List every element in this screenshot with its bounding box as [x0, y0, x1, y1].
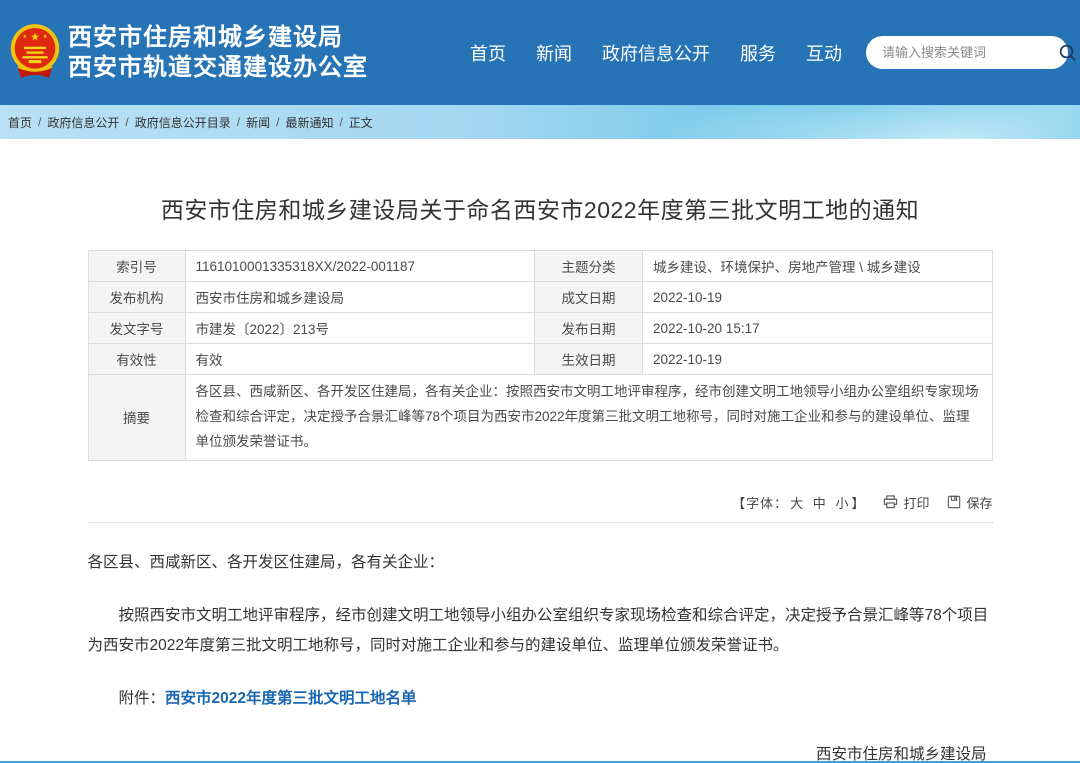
paragraph-main: 按照西安市文明工地评审程序，经市创建文明工地领导小组办公室组织专家现场检查和综合…	[88, 601, 993, 661]
table-row: 有效性 有效 生效日期 2022-10-19	[88, 344, 992, 375]
site-title: 西安市住房和城乡建设局 西安市轨道交通建设办公室	[68, 23, 368, 83]
breadcrumb-separator: /	[237, 115, 240, 129]
breadcrumb-separator: /	[38, 115, 41, 129]
meta-label-index-no: 索引号	[88, 251, 185, 282]
nav-item-interaction[interactable]: 互动	[806, 40, 842, 66]
site-header: ★ ★ ★ 西安市住房和城乡建设局 西安市轨道交通建设办公室 首页 新闻 政府信…	[0, 0, 1080, 105]
site-logo: ★ ★ ★ 西安市住房和城乡建设局 西安市轨道交通建设办公室	[8, 23, 368, 83]
article-toolbar: 【字体：大 中 小】 打印 保存	[88, 493, 993, 512]
font-size-suffix: 】	[851, 496, 865, 511]
svg-text:★: ★	[22, 34, 27, 40]
font-size-control: 【字体：大 中 小】	[732, 493, 865, 512]
nav-item-services[interactable]: 服务	[740, 40, 776, 66]
document-meta-table: 索引号 1161010001335318XX/2022-001187 主题分类 …	[88, 250, 993, 461]
font-size-large-button[interactable]: 大	[790, 496, 804, 511]
breadcrumb-separator: /	[125, 115, 128, 129]
paragraph-salutation: 各区县、西咸新区、各开发区住建局，各有关企业：	[88, 551, 993, 575]
national-emblem-icon: ★ ★ ★	[10, 23, 60, 83]
divider	[88, 522, 993, 523]
search-button[interactable]	[1058, 43, 1077, 62]
meta-label-summary: 摘要	[88, 375, 185, 461]
breadcrumb-gov-info-catalog[interactable]: 政府信息公开目录	[135, 114, 231, 131]
attachment-line: 附件：西安市2022年度第三批文明工地名单	[88, 687, 993, 711]
meta-label-effective-date: 生效日期	[535, 344, 643, 375]
nav-item-news[interactable]: 新闻	[536, 40, 572, 66]
font-size-prefix: 【字体：	[732, 496, 788, 511]
print-label: 打印	[903, 493, 929, 512]
breadcrumb-gov-info[interactable]: 政府信息公开	[47, 114, 119, 131]
printer-icon	[883, 495, 898, 509]
meta-label-doc-no: 发文字号	[88, 313, 185, 344]
search-box	[866, 36, 1068, 69]
meta-value-effective-date: 2022-10-19	[643, 344, 993, 375]
breadcrumb-separator: /	[339, 115, 342, 129]
save-button[interactable]: 保存	[947, 493, 992, 512]
meta-label-topic: 主题分类	[535, 251, 643, 282]
table-row: 索引号 1161010001335318XX/2022-001187 主题分类 …	[88, 251, 992, 282]
svg-text:★: ★	[43, 34, 48, 40]
article-container: 西安市住房和城乡建设局关于命名西安市2022年度第三批文明工地的通知 索引号 1…	[88, 191, 993, 763]
meta-value-index-no: 1161010001335318XX/2022-001187	[185, 251, 535, 282]
search-input[interactable]	[882, 45, 1058, 60]
site-title-line2: 西安市轨道交通建设办公室	[68, 53, 368, 83]
meta-label-issuer: 发布机构	[88, 282, 185, 313]
attachment-link[interactable]: 西安市2022年度第三批文明工地名单	[165, 690, 416, 707]
table-row: 发布机构 西安市住房和城乡建设局 成文日期 2022-10-19	[88, 282, 992, 313]
table-row: 发文字号 市建发〔2022〕213号 发布日期 2022-10-20 15:17	[88, 313, 992, 344]
meta-value-written-date: 2022-10-19	[643, 282, 993, 313]
site-title-line1: 西安市住房和城乡建设局	[68, 23, 368, 53]
breadcrumb-home[interactable]: 首页	[8, 114, 32, 131]
meta-value-topic: 城乡建设、环境保护、房地产管理 \ 城乡建设	[643, 251, 993, 282]
print-button[interactable]: 打印	[883, 493, 929, 512]
save-label: 保存	[966, 493, 992, 512]
table-row: 摘要 各区县、西咸新区、各开发区住建局，各有关企业：按照西安市文明工地评审程序，…	[88, 375, 992, 461]
meta-label-written-date: 成文日期	[535, 282, 643, 313]
breadcrumb-separator: /	[276, 115, 279, 129]
nav-item-home[interactable]: 首页	[470, 40, 506, 66]
breadcrumb-news[interactable]: 新闻	[246, 114, 270, 131]
breadcrumb-current-article[interactable]: 正文	[349, 114, 373, 131]
font-size-medium-button[interactable]: 中	[813, 496, 827, 511]
search-icon	[1058, 43, 1077, 62]
meta-value-validity: 有效	[185, 344, 535, 375]
meta-label-validity: 有效性	[88, 344, 185, 375]
breadcrumb-latest-notices[interactable]: 最新通知	[285, 114, 333, 131]
attachment-label: 附件：	[119, 690, 166, 707]
meta-value-publish-date: 2022-10-20 15:17	[643, 313, 993, 344]
main-nav: 首页 新闻 政府信息公开 服务 互动	[470, 40, 842, 66]
nav-item-gov-info[interactable]: 政府信息公开	[602, 40, 710, 66]
breadcrumb: 首页 / 政府信息公开 / 政府信息公开目录 / 新闻 / 最新通知 / 正文	[0, 105, 1080, 139]
save-icon	[947, 495, 961, 509]
meta-value-issuer: 西安市住房和城乡建设局	[185, 282, 535, 313]
meta-value-doc-no: 市建发〔2022〕213号	[185, 313, 535, 344]
svg-text:★: ★	[30, 31, 40, 43]
meta-label-publish-date: 发布日期	[535, 313, 643, 344]
meta-value-summary: 各区县、西咸新区、各开发区住建局，各有关企业：按照西安市文明工地评审程序，经市创…	[185, 375, 992, 461]
page-title: 西安市住房和城乡建设局关于命名西安市2022年度第三批文明工地的通知	[88, 191, 993, 225]
font-size-small-button[interactable]: 小	[835, 496, 849, 511]
